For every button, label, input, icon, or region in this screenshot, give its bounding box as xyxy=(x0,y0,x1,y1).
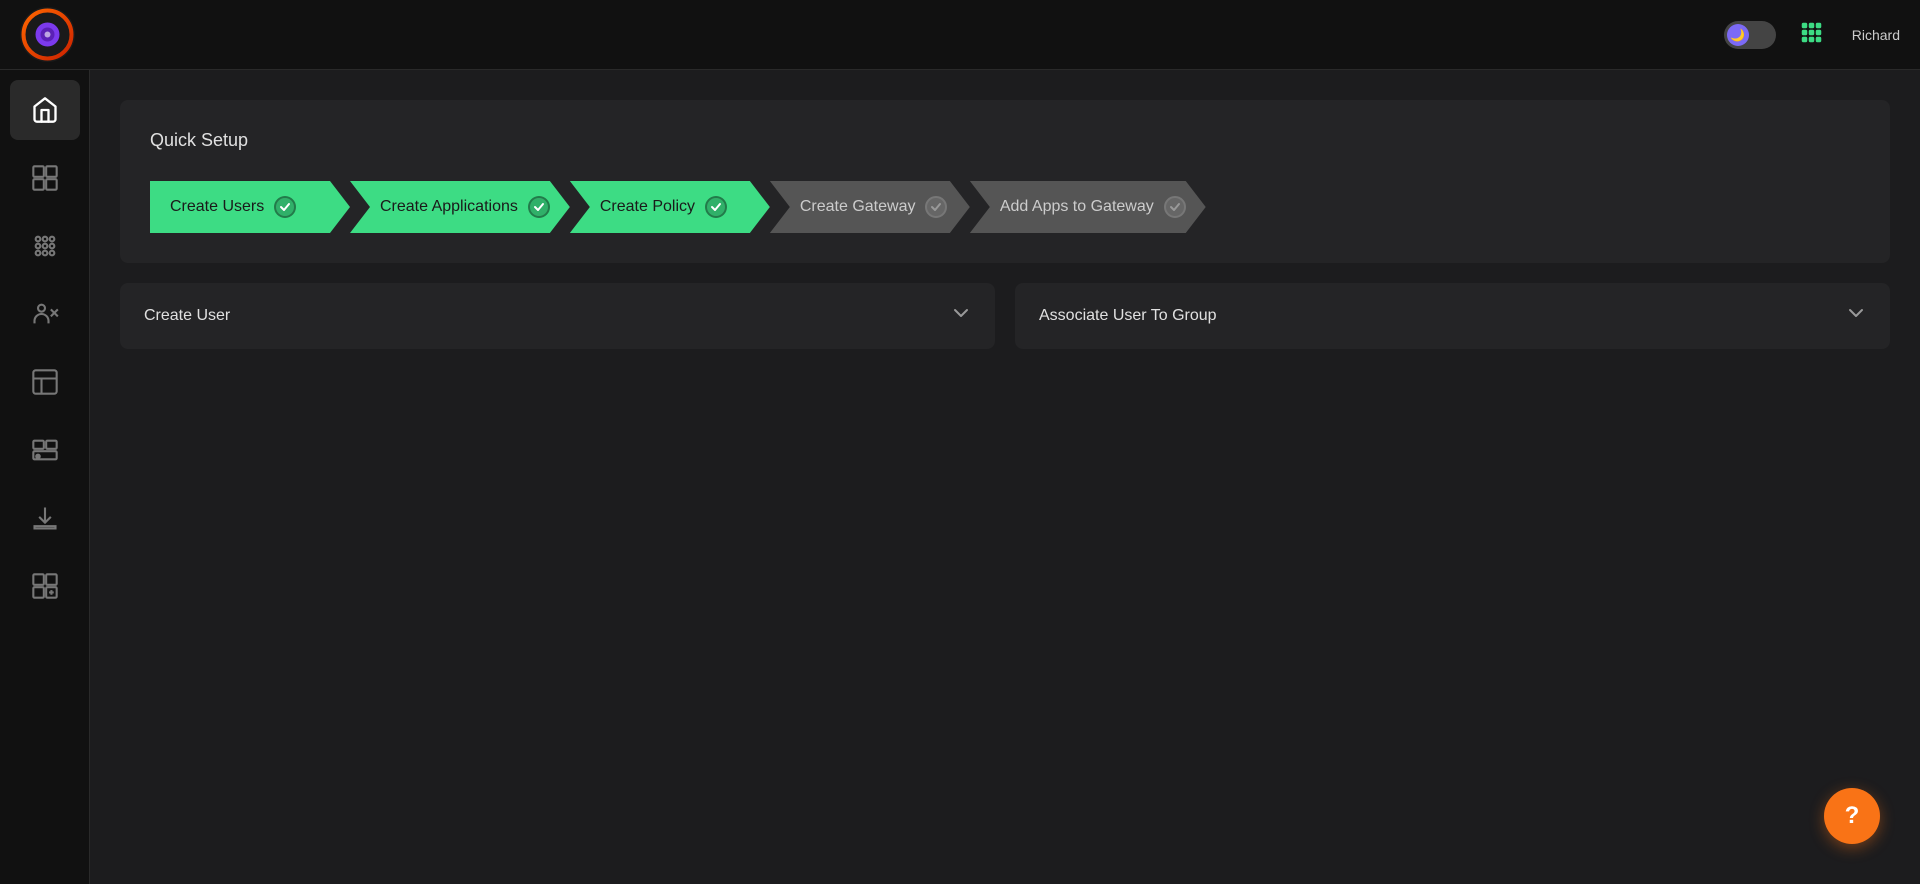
cards-row: Create User Associate User To Group xyxy=(120,283,1890,349)
step-label: Create Users xyxy=(170,198,264,216)
user-name: Richard xyxy=(1852,27,1900,43)
sidebar-item-add-widget[interactable] xyxy=(10,556,80,616)
help-button[interactable]: ? xyxy=(1824,788,1880,844)
topbar: 🌙 Richard xyxy=(0,0,1920,70)
theme-toggle-icon: 🌙 xyxy=(1727,24,1749,46)
sidebar-item-home[interactable] xyxy=(10,80,80,140)
sidebar xyxy=(0,70,90,884)
card-title-create-user: Create User xyxy=(144,307,230,325)
step-check-icon xyxy=(705,196,727,218)
chevron-down-icon xyxy=(951,303,971,329)
topbar-right: 🌙 Richard xyxy=(1724,17,1900,53)
step-check-icon xyxy=(1164,196,1186,218)
help-icon: ? xyxy=(1845,802,1860,830)
sidebar-item-user-config[interactable] xyxy=(10,284,80,344)
step-check-icon xyxy=(274,196,296,218)
card-associate-user-to-group: Associate User To Group xyxy=(1015,283,1890,349)
step-create-gateway[interactable]: Create Gateway xyxy=(770,181,970,233)
quick-setup-title: Quick Setup xyxy=(150,130,1860,151)
step-check-icon xyxy=(925,196,947,218)
chevron-down-icon xyxy=(1846,303,1866,329)
step-add-apps-to-gateway[interactable]: Add Apps to Gateway xyxy=(970,181,1206,233)
content-area: Quick Setup Create Users Create Applicati… xyxy=(90,70,1920,884)
logo xyxy=(20,7,75,62)
step-label: Create Gateway xyxy=(800,198,916,216)
main-layout: Quick Setup Create Users Create Applicati… xyxy=(0,70,1920,884)
sidebar-item-service-config[interactable] xyxy=(10,420,80,480)
card-create-user: Create User xyxy=(120,283,995,349)
sidebar-item-grid[interactable] xyxy=(10,216,80,276)
theme-toggle[interactable]: 🌙 xyxy=(1724,21,1776,49)
grid-icon-button[interactable] xyxy=(1796,17,1832,53)
step-create-users[interactable]: Create Users xyxy=(150,181,350,233)
card-header-associate-user-to-group[interactable]: Associate User To Group xyxy=(1015,283,1890,349)
step-label: Create Policy xyxy=(600,198,695,216)
step-create-applications[interactable]: Create Applications xyxy=(350,181,570,233)
quick-setup-section: Quick Setup Create Users Create Applicati… xyxy=(120,100,1890,263)
step-check-icon xyxy=(528,196,550,218)
step-label: Create Applications xyxy=(380,198,518,216)
steps-container: Create Users Create Applications Create Po… xyxy=(150,181,1860,233)
sidebar-item-layout[interactable] xyxy=(10,352,80,412)
sidebar-item-users[interactable] xyxy=(10,148,80,208)
step-create-policy[interactable]: Create Policy xyxy=(570,181,770,233)
step-label: Add Apps to Gateway xyxy=(1000,198,1154,216)
sidebar-item-download[interactable] xyxy=(10,488,80,548)
card-title-associate-user-to-group: Associate User To Group xyxy=(1039,307,1217,325)
card-header-create-user[interactable]: Create User xyxy=(120,283,995,349)
